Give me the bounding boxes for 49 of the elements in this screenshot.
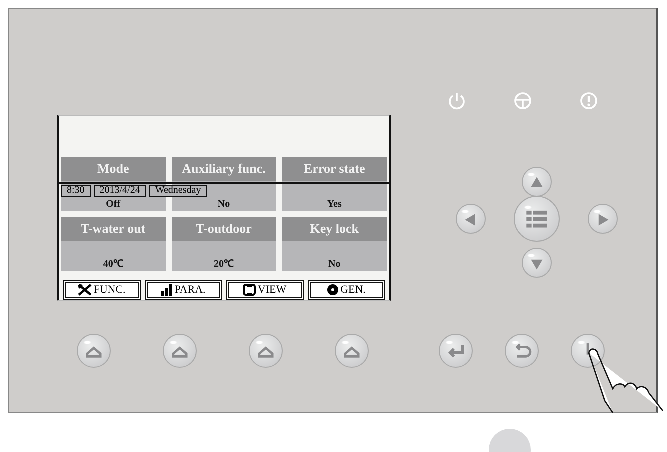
button-edge-drawing [488,428,532,452]
down-button[interactable] [522,248,552,278]
left-button[interactable] [456,204,486,234]
up-button[interactable] [522,167,552,197]
softkey-tab[interactable]: VIEW [226,280,304,300]
house-icon [344,346,360,358]
view-icon [242,284,256,296]
right-button[interactable] [588,204,618,234]
power-icon [447,91,467,111]
house-icon [258,346,274,358]
arrow-icon [531,177,543,188]
alert-icon [579,91,599,111]
weekday-label: Wednesday [149,185,208,197]
gear-icon [326,284,339,296]
tile-header: T-water out [61,217,166,241]
softkey-button[interactable] [77,334,111,368]
tile-value: 20℃ [172,241,276,271]
arrow-icon [465,214,476,226]
time-label: 8:30 [61,185,91,197]
mode-icon [513,91,533,111]
bars-icon [160,284,173,296]
back-icon [516,343,532,358]
house-icon [172,346,188,358]
softkey-tab[interactable]: PARA. [144,280,222,300]
arrow-icon [531,260,543,270]
power-button[interactable] [571,334,605,368]
tile-header: Mode [61,157,166,181]
tile-header: Auxiliary func. [172,157,276,181]
softkey-button[interactable] [249,334,283,368]
tile-header: Error state [282,157,387,181]
line-icon [586,344,590,355]
softkey-button[interactable] [163,334,197,368]
tile-value: 40℃ [61,241,166,271]
menu-button[interactable] [514,196,560,242]
softkey-tab[interactable]: FUNC. [63,280,140,300]
tile-value: No [282,241,387,271]
enter-icon [448,344,464,358]
softkey-button[interactable] [335,334,369,368]
enter-button[interactable] [439,334,473,368]
back-button[interactable] [505,334,539,368]
tile-value: Yes [282,181,387,211]
arrow-icon [598,214,609,226]
list-icon [526,210,548,228]
tile-header: Key lock [282,217,387,241]
softkey-tab[interactable]: GEN. [308,280,385,300]
date-label: 2013/4/24 [94,185,146,197]
tools-icon [78,284,92,296]
tile-header: T-outdoor [172,217,276,241]
house-icon [86,346,102,358]
